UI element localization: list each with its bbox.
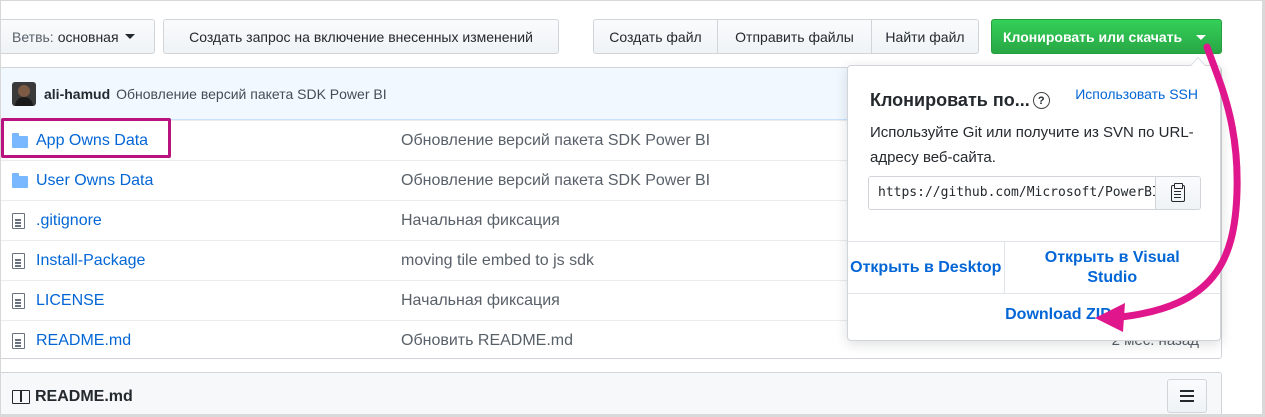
clone-button-label: Клонировать или скачать <box>1003 28 1183 45</box>
open-in-row: Открыть в Desktop Открыть в Visual Studi… <box>848 241 1220 294</box>
clone-url-input[interactable]: https://github.com/Microsoft/PowerBI-Dev… <box>869 177 1155 209</box>
chevron-down-icon <box>1196 35 1206 40</box>
list-icon <box>1180 395 1194 397</box>
open-in-visual-studio-button[interactable]: Открыть в Visual Studio <box>1005 242 1221 293</box>
open-in-desktop-button[interactable]: Открыть в Desktop <box>848 242 1005 293</box>
clone-dropdown: Клонировать по... ? Использовать SSH Исп… <box>847 57 1221 341</box>
file-icon <box>12 293 30 309</box>
file-actions-group: Создать файл Отправить файлы Найти файл <box>593 19 979 54</box>
folder-icon <box>12 173 30 189</box>
commit-author[interactable]: ali-hamud <box>44 86 110 102</box>
book-icon <box>12 390 30 404</box>
download-zip-button[interactable]: Download ZIP <box>848 306 1220 324</box>
clone-url-group: https://github.com/Microsoft/PowerBI-Dev… <box>868 176 1201 210</box>
table-of-contents-button[interactable] <box>1167 379 1207 413</box>
highlight-box <box>1 118 171 158</box>
branch-label: Ветвь: <box>12 28 54 45</box>
upload-files-button[interactable]: Отправить файлы <box>717 19 872 54</box>
create-file-button[interactable]: Создать файл <box>593 19 718 54</box>
file-name-link[interactable]: .gitignore <box>36 212 102 230</box>
question-icon[interactable]: ? <box>1032 92 1050 109</box>
dropdown-caret <box>1190 57 1206 66</box>
branch-value: основная <box>57 28 119 45</box>
clone-or-download-button[interactable]: Клонировать или скачать <box>991 19 1222 54</box>
file-icon <box>12 253 30 269</box>
readme-header: README.md <box>1 372 1222 414</box>
file-name-link[interactable]: README.md <box>36 332 131 350</box>
commit-message-link[interactable]: Начальная фиксация <box>401 212 560 230</box>
branch-select-button[interactable]: Ветвь: основная <box>1 19 155 54</box>
new-pull-request-button[interactable]: Создать запрос на включение внесенных из… <box>163 19 559 54</box>
repo-page: Ветвь: основная Создать запрос на включе… <box>0 0 1265 417</box>
commit-message-link[interactable]: Обновить README.md <box>401 332 573 350</box>
file-name-link[interactable]: User Owns Data <box>36 172 153 190</box>
commit-message-link[interactable]: Обновление версий пакета SDK Power BI <box>401 132 710 150</box>
avatar[interactable] <box>12 81 36 106</box>
copy-url-button[interactable] <box>1155 177 1200 209</box>
commit-message-link[interactable]: Обновление версий пакета SDK Power BI <box>401 172 710 190</box>
commit-message-link[interactable]: moving tile embed to js sdk <box>401 252 594 270</box>
commit-message-link[interactable]: Начальная фиксация <box>401 292 560 310</box>
file-name-link[interactable]: Install-Package <box>36 252 145 270</box>
readme-title: README.md <box>35 388 133 405</box>
clone-dropdown-title: Клонировать по... ? <box>870 90 1050 111</box>
clipboard-icon <box>1171 182 1185 202</box>
file-icon <box>12 333 30 349</box>
use-ssh-link[interactable]: Использовать SSH <box>1075 86 1198 102</box>
clone-description: Используйте Git или получите из SVN по U… <box>870 124 1194 166</box>
chevron-down-icon <box>124 34 135 39</box>
find-file-button[interactable]: Найти файл <box>871 19 979 54</box>
commit-message[interactable]: Обновление версий пакета SDK Power BI <box>116 86 386 102</box>
file-name-link[interactable]: LICENSE <box>36 292 104 310</box>
clone-title-text: Клонировать по... <box>870 90 1030 110</box>
file-icon <box>12 213 30 229</box>
